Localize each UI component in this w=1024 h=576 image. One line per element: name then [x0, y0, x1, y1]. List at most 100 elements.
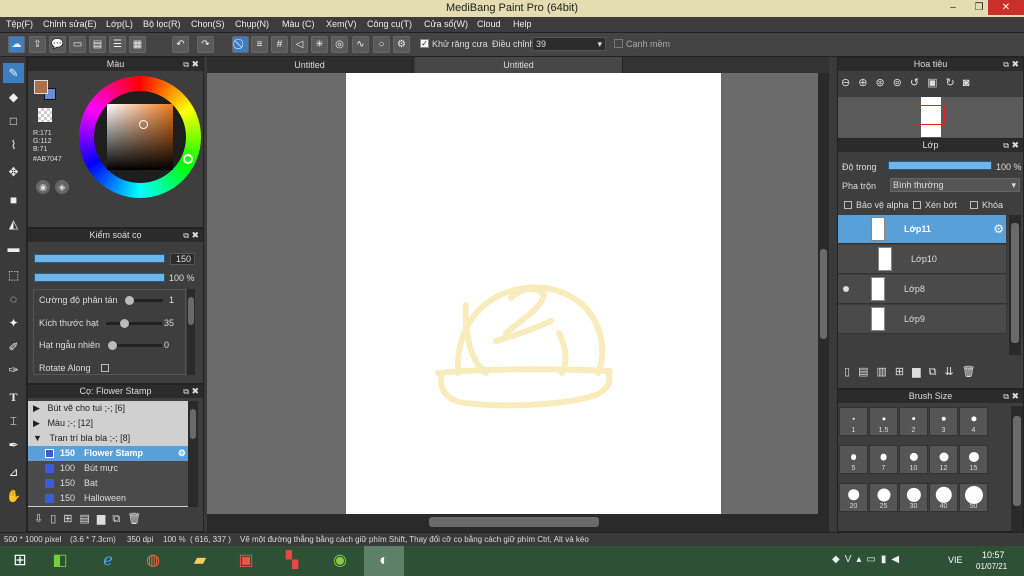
- brush-size-option[interactable]: 1.5: [869, 407, 898, 436]
- radial-snap-icon[interactable]: ✳: [311, 36, 328, 53]
- zoom-fit-icon[interactable]: ⊛: [875, 77, 892, 89]
- hand-tool-icon[interactable]: ✋: [3, 486, 24, 506]
- gear-icon[interactable]: ⚙: [178, 446, 186, 461]
- blend-select[interactable]: Bình thường ▾: [890, 178, 1020, 192]
- curve-snap-icon[interactable]: ∿: [352, 36, 369, 53]
- brush-size-slider[interactable]: [34, 254, 165, 263]
- brush-size-value[interactable]: 150: [170, 253, 195, 265]
- document-icon[interactable]: ▤: [89, 36, 106, 53]
- input-language[interactable]: VIE: [948, 555, 963, 565]
- random-grain-slider[interactable]: [108, 341, 162, 350]
- select-pen-icon[interactable]: ✐: [3, 337, 24, 357]
- navigator-viewport[interactable]: [915, 105, 945, 125]
- rotate-along-checkbox[interactable]: [101, 364, 109, 372]
- vanish-snap-icon[interactable]: ◁: [291, 36, 308, 53]
- select-eraser-icon[interactable]: ✑: [3, 360, 24, 380]
- select-tool-icon[interactable]: ⬚: [3, 265, 24, 285]
- lasso-tool-icon[interactable]: ◌: [3, 289, 24, 309]
- eyedropper-tool-icon[interactable]: ⊿: [3, 462, 24, 482]
- minimize-button[interactable]: –: [940, 0, 966, 15]
- powerpoint-icon[interactable]: ▣: [226, 546, 266, 576]
- tray-app-icon[interactable]: ◆: [832, 554, 845, 565]
- snap-off-icon[interactable]: ⃠: [232, 36, 249, 53]
- brush-group[interactable]: ▼ Tran trí bla bla ;-; [8]: [28, 431, 188, 446]
- folder-icon[interactable]: ▆: [912, 366, 928, 378]
- brush-size-option[interactable]: 7: [869, 445, 898, 474]
- sv-marker[interactable]: [139, 120, 148, 129]
- brush-group[interactable]: ▶ Màu ;-; [12]: [28, 416, 188, 431]
- brush-list-scrollbar[interactable]: [188, 401, 198, 507]
- share-icon[interactable]: ⇪: [29, 36, 46, 53]
- gear-icon[interactable]: ⚙: [993, 222, 1004, 236]
- brush-size-option[interactable]: 4: [959, 407, 988, 436]
- layer-opacity-slider[interactable]: [888, 161, 992, 170]
- duplicate-layer-icon[interactable]: ⧉: [929, 366, 945, 378]
- close-icon[interactable]: ✖: [191, 229, 199, 242]
- file-explorer-icon[interactable]: ▰: [180, 546, 220, 576]
- app-icon[interactable]: ▚: [272, 546, 312, 576]
- move-tool-icon[interactable]: ✥: [3, 162, 24, 182]
- brush-size-option[interactable]: 40: [929, 483, 958, 512]
- menu-help[interactable]: Help: [513, 19, 532, 29]
- menu-view[interactable]: Xem(V): [326, 19, 357, 29]
- smudge-tool-icon[interactable]: ⌇: [3, 135, 24, 155]
- primary-color-swatch[interactable]: [34, 80, 48, 94]
- brush-tool-icon[interactable]: ✎: [3, 63, 24, 83]
- internet-explorer-icon[interactable]: ℯ: [88, 546, 128, 576]
- tab-untitled[interactable]: Untitled: [207, 57, 413, 73]
- shape-tool-icon[interactable]: ■: [3, 190, 24, 210]
- new-halftone-layer-icon[interactable]: ▤: [858, 366, 876, 378]
- tray-vpn-icon[interactable]: V: [845, 554, 857, 565]
- new-layer-icon[interactable]: ▯: [844, 366, 858, 378]
- brush-size-option[interactable]: 20: [839, 483, 868, 512]
- adjust-select[interactable]: 39 ▾: [532, 37, 606, 51]
- lock-checkbox[interactable]: [970, 201, 978, 209]
- brush-item[interactable]: 150 Halloween: [28, 491, 188, 506]
- menu-color[interactable]: Màu (C): [282, 19, 315, 29]
- brush-size-option[interactable]: 30: [899, 483, 928, 512]
- saturation-value-square[interactable]: [107, 104, 173, 170]
- list-icon[interactable]: ☰: [109, 36, 126, 53]
- merge-down-icon[interactable]: ⇊: [944, 366, 961, 378]
- reset-view-icon[interactable]: ◙: [963, 77, 978, 89]
- zoom-in-icon[interactable]: ⊕: [858, 77, 875, 89]
- close-icon[interactable]: ✖: [1011, 58, 1019, 71]
- brush-size-option[interactable]: 15: [959, 445, 988, 474]
- scatter-slider[interactable]: [125, 296, 163, 305]
- hue-marker[interactable]: [183, 154, 193, 164]
- ring-snap-icon[interactable]: ○: [373, 36, 390, 53]
- cloud-download-icon[interactable]: ⇩: [34, 513, 50, 525]
- close-icon[interactable]: ✖: [1011, 139, 1019, 152]
- rotate-left-icon[interactable]: ↺: [910, 77, 927, 89]
- gradient-tool-icon[interactable]: ▬: [3, 238, 24, 258]
- brush-size-scrollbar[interactable]: [1011, 406, 1023, 533]
- fit-screen-icon[interactable]: ▣: [927, 77, 945, 89]
- brush-size-option[interactable]: 50: [959, 483, 988, 512]
- zoom-out-icon[interactable]: ⊖: [841, 77, 858, 89]
- layer-row[interactable]: Lớp8: [838, 275, 1006, 304]
- brush-size-option[interactable]: 1: [839, 407, 868, 436]
- add-brush-icon[interactable]: ⊞: [63, 513, 79, 525]
- redo-icon[interactable]: ↷: [197, 36, 214, 53]
- navigator-preview[interactable]: [838, 97, 1023, 138]
- layer-row[interactable]: Lớp11 ⚙: [838, 215, 1006, 244]
- settings-snap-icon[interactable]: ⚙: [393, 36, 410, 53]
- close-icon[interactable]: ✖: [191, 58, 199, 71]
- menu-tools[interactable]: Công cụ(T): [367, 19, 412, 29]
- add-layer-menu-icon[interactable]: ⊞: [895, 366, 912, 378]
- speaker-icon[interactable]: ◀: [891, 554, 904, 565]
- edit-brush-icon[interactable]: ▤: [80, 513, 97, 525]
- new-brush-icon[interactable]: ▯: [50, 513, 63, 525]
- popout-icon[interactable]: ⧉: [183, 229, 189, 242]
- palette-icon[interactable]: ◉: [36, 180, 50, 194]
- battery-icon[interactable]: ▭: [866, 554, 880, 565]
- brush-opacity-slider[interactable]: [34, 273, 165, 282]
- popout-icon[interactable]: ⧉: [183, 385, 189, 398]
- brush-group[interactable]: ▶ Bút vẽ cho tui ;-; [6]: [28, 401, 188, 416]
- pen-tool-icon[interactable]: ✒: [3, 435, 24, 455]
- menu-file[interactable]: Tệp(F): [6, 19, 33, 29]
- brush-item[interactable]: 150 Flower Stamp ⚙: [28, 446, 188, 461]
- trash-icon[interactable]: 🗑: [127, 513, 148, 525]
- soft-edge-checkbox[interactable]: [614, 39, 623, 48]
- chrome-icon[interactable]: ◍: [133, 546, 173, 576]
